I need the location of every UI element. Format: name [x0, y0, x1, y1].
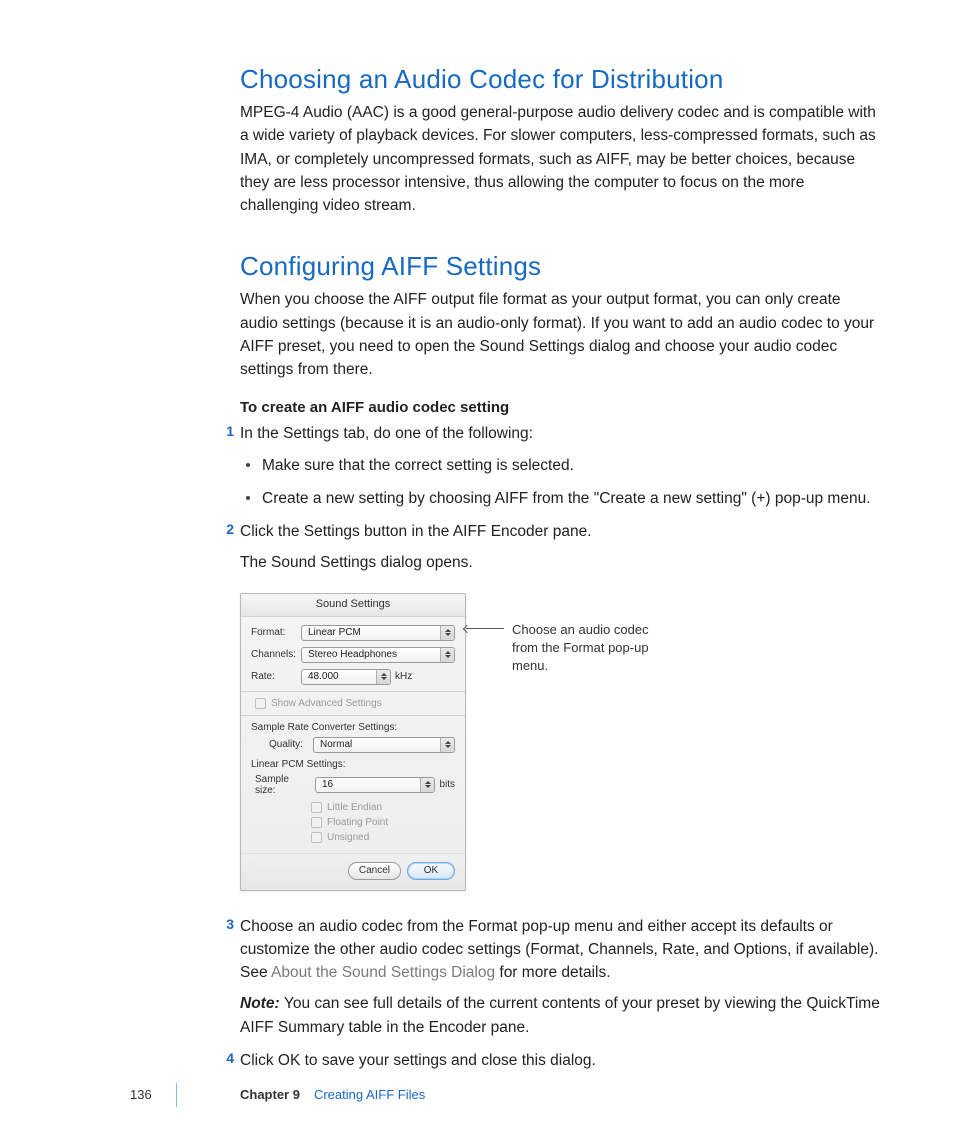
step-text: Choose an audio codec from the Format po… [240, 915, 880, 985]
ok-button[interactable]: OK [407, 862, 455, 880]
popup-arrows-icon [420, 778, 434, 792]
step-result: The Sound Settings dialog opens. [240, 551, 880, 574]
rate-popup[interactable]: 48.000 [301, 669, 391, 685]
footer-divider [176, 1083, 177, 1107]
divider [241, 691, 465, 692]
step-1: 1 In the Settings tab, do one of the fol… [240, 422, 880, 510]
format-label: Format: [251, 627, 301, 638]
src-settings-label: Sample Rate Converter Settings: [251, 722, 455, 733]
callout-leader-line [466, 628, 504, 629]
callout: Choose an audio codec from the Format po… [466, 621, 672, 676]
step-3: 3 Choose an audio codec from the Format … [240, 915, 880, 1039]
paragraph-choosing-codec: MPEG-4 Audio (AAC) is a good general-pur… [240, 101, 880, 217]
sample-size-row: Sample size: 16 bits [255, 774, 455, 796]
format-row: Format: Linear PCM [251, 625, 455, 641]
step-number: 4 [218, 1050, 234, 1066]
rate-label: Rate: [251, 671, 301, 682]
chapter-number: Chapter 9 [240, 1087, 300, 1102]
unsigned-row: Unsigned [311, 832, 455, 843]
step-number: 1 [218, 423, 234, 439]
step-3-text-b: for more details. [495, 964, 610, 981]
rate-unit: kHz [395, 671, 412, 682]
little-endian-label: Little Endian [327, 802, 382, 813]
step-4: 4 Click OK to save your settings and clo… [240, 1049, 880, 1072]
rate-value: 48.000 [308, 671, 339, 682]
step-text: In the Settings tab, do one of the follo… [240, 422, 880, 445]
show-advanced-checkbox[interactable] [255, 698, 266, 709]
dialog-body: Format: Linear PCM Channels: Stereo Head… [241, 617, 465, 853]
channels-popup[interactable]: Stereo Headphones [301, 647, 455, 663]
lpcm-settings-label: Linear PCM Settings: [251, 759, 455, 770]
page-footer: 136 Chapter 9 Creating AIFF Files [0, 1087, 954, 1111]
sound-settings-dialog: Sound Settings Format: Linear PCM Cha [240, 593, 466, 891]
channels-row: Channels: Stereo Headphones [251, 647, 455, 663]
popup-arrows-icon [440, 648, 454, 662]
heading-choosing-codec: Choosing an Audio Codec for Distribution [240, 64, 880, 95]
quality-value: Normal [320, 739, 352, 750]
chapter-title: Creating AIFF Files [314, 1087, 425, 1102]
step-text: Click the Settings button in the AIFF En… [240, 520, 880, 543]
chapter-info: Chapter 9 Creating AIFF Files [240, 1087, 425, 1102]
step-number: 3 [218, 916, 234, 932]
popup-arrows-icon [440, 626, 454, 640]
document-page: Choosing an Audio Codec for Distribution… [0, 0, 954, 1145]
sample-size-unit: bits [439, 779, 455, 790]
little-endian-row: Little Endian [311, 802, 455, 813]
quality-label: Quality: [269, 739, 313, 750]
content-column: Choosing an Audio Codec for Distribution… [240, 64, 880, 1072]
format-popup[interactable]: Linear PCM [301, 625, 455, 641]
step-text: Click OK to save your settings and close… [240, 1049, 880, 1072]
step-2: 2 Click the Settings button in the AIFF … [240, 520, 880, 891]
note-text: You can see full details of the current … [240, 995, 880, 1035]
floating-point-label: Floating Point [327, 817, 388, 828]
procedure-title: To create an AIFF audio codec setting [240, 399, 880, 416]
unsigned-checkbox[interactable] [311, 832, 322, 843]
channels-value: Stereo Headphones [308, 649, 397, 660]
quality-popup[interactable]: Normal [313, 737, 455, 753]
page-number: 136 [130, 1087, 152, 1102]
callout-text: Choose an audio codec from the Format po… [512, 621, 672, 676]
quality-row: Quality: Normal [269, 737, 455, 753]
step-number: 2 [218, 521, 234, 537]
format-value: Linear PCM [308, 627, 361, 638]
figure-sound-settings: Sound Settings Format: Linear PCM Cha [240, 593, 880, 891]
heading-configuring-aiff: Configuring AIFF Settings [240, 251, 880, 282]
show-advanced-label: Show Advanced Settings [271, 698, 382, 709]
floating-point-checkbox[interactable] [311, 817, 322, 828]
divider [241, 715, 465, 716]
popup-arrows-icon [376, 670, 390, 684]
show-advanced-row: Show Advanced Settings [255, 698, 455, 709]
dialog-title: Sound Settings [241, 594, 465, 617]
step-3-note: Note: You can see full details of the cu… [240, 992, 880, 1039]
bullet-item: Make sure that the correct setting is se… [262, 454, 880, 477]
bullet-item: Create a new setting by choosing AIFF fr… [262, 487, 880, 510]
cancel-button[interactable]: Cancel [348, 862, 401, 880]
sample-size-value: 16 [322, 779, 333, 790]
channels-label: Channels: [251, 649, 301, 660]
little-endian-checkbox[interactable] [311, 802, 322, 813]
procedure-steps: 1 In the Settings tab, do one of the fol… [240, 422, 880, 1072]
note-label: Note: [240, 995, 284, 1012]
paragraph-configuring-aiff: When you choose the AIFF output file for… [240, 288, 880, 381]
link-sound-settings-dialog[interactable]: About the Sound Settings Dialog [271, 964, 495, 981]
sample-size-popup[interactable]: 16 [315, 777, 435, 793]
rate-row: Rate: 48.000 kHz [251, 669, 455, 685]
sample-size-label: Sample size: [255, 774, 315, 796]
dialog-buttons: Cancel OK [241, 853, 465, 890]
popup-arrows-icon [440, 738, 454, 752]
floating-point-row: Floating Point [311, 817, 455, 828]
step-1-bullets: Make sure that the correct setting is se… [262, 454, 880, 511]
unsigned-label: Unsigned [327, 832, 369, 843]
